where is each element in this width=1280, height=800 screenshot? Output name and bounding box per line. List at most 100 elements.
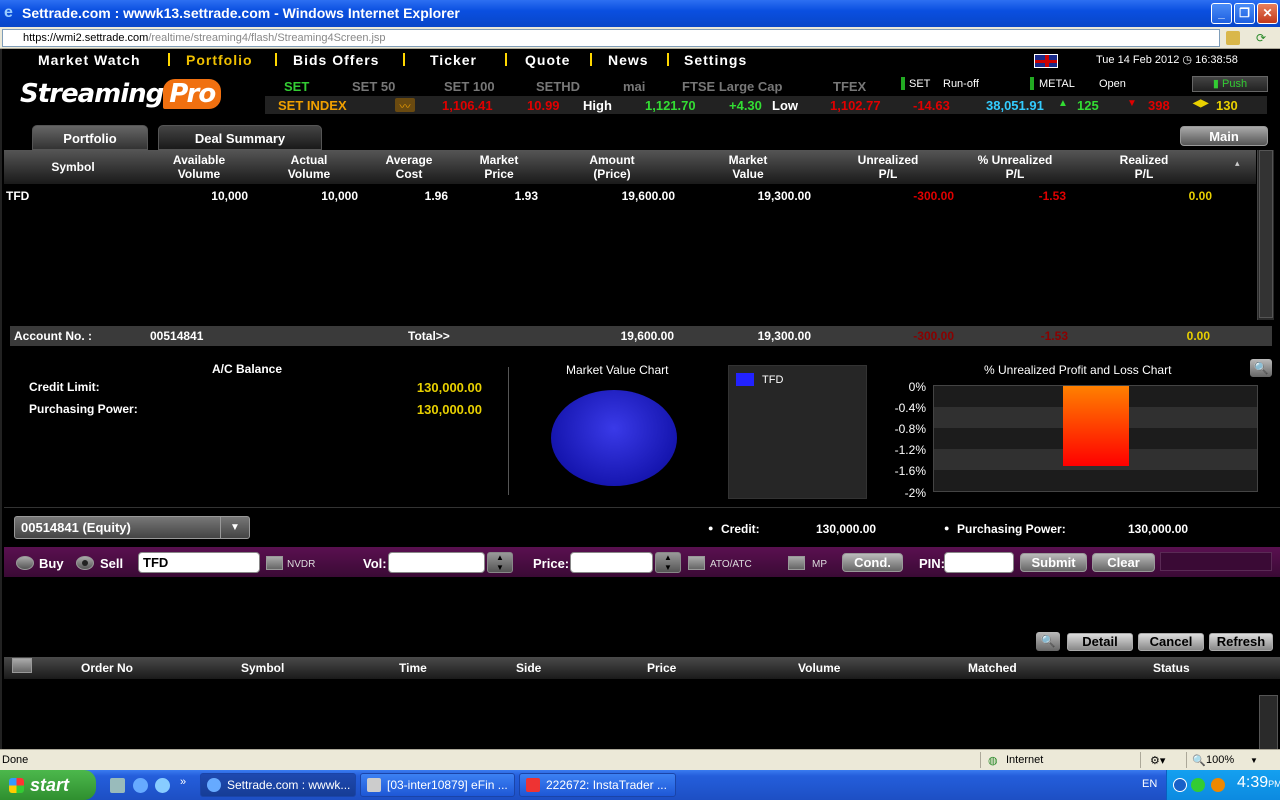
summary-pp-label: Purchasing Power:	[957, 522, 1066, 536]
tray-expand-icon[interactable]	[1173, 778, 1187, 792]
task-instatrader[interactable]: 222672: InstaTrader ...	[519, 773, 676, 797]
col-average-cost[interactable]: Average Cost	[364, 153, 454, 181]
minimize-button[interactable]: _	[1211, 3, 1232, 24]
col-realized-pl[interactable]: Realized P/L	[1099, 153, 1189, 181]
col-matched[interactable]: Matched	[968, 661, 1017, 675]
col-time[interactable]: Time	[399, 661, 427, 675]
status-divider	[980, 752, 981, 768]
set-status-state: Run-off	[943, 78, 979, 90]
sell-radio[interactable]	[76, 556, 94, 570]
start-button[interactable]: start	[0, 770, 96, 800]
pin-input[interactable]	[944, 552, 1014, 573]
logo-pro: Pro	[163, 79, 222, 109]
language-indicator[interactable]: EN	[1142, 778, 1157, 790]
nav-quote[interactable]: Quote	[525, 52, 570, 68]
col-unrealized-pl[interactable]: Unrealized P/L	[838, 153, 938, 181]
up-arrow-icon: ▲	[1058, 98, 1068, 109]
account-select-value: 00514841 (Equity)	[21, 520, 131, 535]
network-icon[interactable]	[1191, 778, 1205, 792]
index-tab-mai[interactable]: mai	[623, 79, 645, 94]
nav-settings[interactable]: Settings	[684, 52, 747, 68]
col-status[interactable]: Status	[1153, 661, 1190, 675]
column-menu-icon[interactable]: ▴	[1235, 158, 1240, 169]
task-efin[interactable]: [03-inter10879] eFin ...	[360, 773, 515, 797]
col-market-price[interactable]: Market Price	[454, 153, 544, 181]
col-volume[interactable]: Volume	[798, 661, 840, 675]
nav-ticker[interactable]: Ticker	[430, 52, 477, 68]
push-button[interactable]: ▮ Push	[1192, 76, 1268, 92]
chevron-down-icon[interactable]: ▼	[220, 517, 249, 538]
atoatc-checkbox[interactable]	[688, 556, 705, 570]
search-icon[interactable]: 🔍	[1036, 632, 1060, 651]
cond-button[interactable]: Cond.	[842, 553, 903, 572]
col-pct-unrealized-pl[interactable]: % Unrealized P/L	[960, 153, 1070, 181]
col-available-volume[interactable]: Available Volume	[154, 153, 244, 181]
buy-radio[interactable]	[16, 556, 34, 570]
tab-portfolio[interactable]: Portfolio	[32, 125, 148, 150]
main-button[interactable]: Main	[1180, 126, 1268, 146]
col-side[interactable]: Side	[516, 661, 541, 675]
scrollbar-thumb[interactable]	[1259, 150, 1273, 318]
y-tick: -1.2%	[894, 443, 926, 457]
tab-deal-summary[interactable]: Deal Summary	[158, 125, 322, 150]
refresh-button[interactable]: Refresh	[1209, 633, 1273, 651]
table-row[interactable]: TFD 10,000 10,000 1.96 1.93 19,600.00 19…	[4, 186, 1256, 204]
detail-button[interactable]: Detail	[1067, 633, 1133, 651]
close-button[interactable]: ✕	[1257, 3, 1278, 24]
clear-button[interactable]: Clear	[1092, 553, 1155, 572]
index-tab-tfex[interactable]: TFEX	[833, 79, 866, 94]
ie-quicklaunch-icon[interactable]	[133, 778, 148, 793]
col-actual-volume[interactable]: Actual Volume	[264, 153, 354, 181]
volume-stepper[interactable]: ▲ ▼	[487, 552, 513, 573]
show-desktop-icon[interactable]	[110, 778, 125, 793]
nav-portfolio[interactable]: Portfolio	[186, 52, 253, 68]
metal-status-state: Open	[1099, 78, 1126, 90]
index-tab-set100[interactable]: SET 100	[444, 79, 495, 94]
col-amount-price[interactable]: Amount (Price)	[567, 153, 657, 181]
volume-input[interactable]	[388, 552, 485, 573]
price-input[interactable]	[570, 552, 653, 573]
index-tab-sethd[interactable]: SETHD	[536, 79, 580, 94]
mp-checkbox[interactable]	[788, 556, 805, 570]
task-settrade[interactable]: Settrade.com : wwwk...	[200, 773, 356, 797]
nvdr-checkbox[interactable]	[266, 556, 283, 570]
submit-button[interactable]: Submit	[1020, 553, 1087, 572]
overflow-chevron-icon[interactable]: »	[180, 776, 186, 788]
price-stepper[interactable]: ▲ ▼	[655, 552, 681, 573]
select-all-checkbox[interactable]	[12, 658, 32, 673]
app-tray-icon[interactable]	[1211, 778, 1225, 792]
purchasing-power-value: 130,000.00	[416, 402, 482, 417]
nav-bids-offers[interactable]: Bids Offers	[293, 52, 379, 68]
uk-flag-icon[interactable]	[1034, 54, 1058, 68]
col-order-no[interactable]: Order No	[81, 661, 133, 675]
cancel-order-button[interactable]: Cancel	[1138, 633, 1204, 651]
index-tab-ftse[interactable]: FTSE Large Cap	[682, 79, 782, 94]
symbol-input[interactable]: TFD	[138, 552, 260, 573]
index-chart-icon[interactable]: 〰	[395, 98, 415, 113]
col-symbol[interactable]: Symbol	[241, 661, 284, 675]
col-market-value[interactable]: Market Value	[703, 153, 793, 181]
chevron-down-icon[interactable]: ▼	[1250, 756, 1258, 765]
sell-label: Sell	[100, 556, 124, 571]
cell-amount-price: 19,600.00	[621, 189, 675, 203]
magnify-icon[interactable]: 🔍	[1250, 359, 1272, 377]
index-high: 1,121.70	[645, 98, 696, 113]
nav-market-watch[interactable]: Market Watch	[38, 52, 141, 68]
nav-news[interactable]: News	[608, 52, 649, 68]
index-tab-set50[interactable]: SET 50	[352, 79, 395, 94]
col-symbol[interactable]: Symbol	[48, 160, 98, 174]
maximize-button[interactable]: ❐	[1234, 3, 1255, 24]
url-input[interactable]: https://wmi2.settrade.com/realtime/strea…	[2, 29, 1220, 47]
protected-mode-icon[interactable]: ⚙▾	[1150, 754, 1165, 767]
total-unrealized: -300.00	[913, 329, 954, 343]
col-price[interactable]: Price	[647, 661, 676, 675]
zoom-icon[interactable]: 🔍	[1192, 754, 1206, 767]
zoom-level[interactable]: 100%	[1206, 754, 1234, 766]
lock-icon[interactable]	[1226, 31, 1240, 45]
compat-view-icon[interactable]: ⟳	[1256, 31, 1270, 45]
portfolio-scrollbar[interactable]	[1257, 150, 1274, 320]
ie-quicklaunch-icon-2[interactable]	[155, 778, 170, 793]
divider	[4, 507, 1280, 508]
index-tab-set[interactable]: SET	[284, 79, 309, 94]
account-select[interactable]: 00514841 (Equity) ▼	[14, 516, 250, 539]
